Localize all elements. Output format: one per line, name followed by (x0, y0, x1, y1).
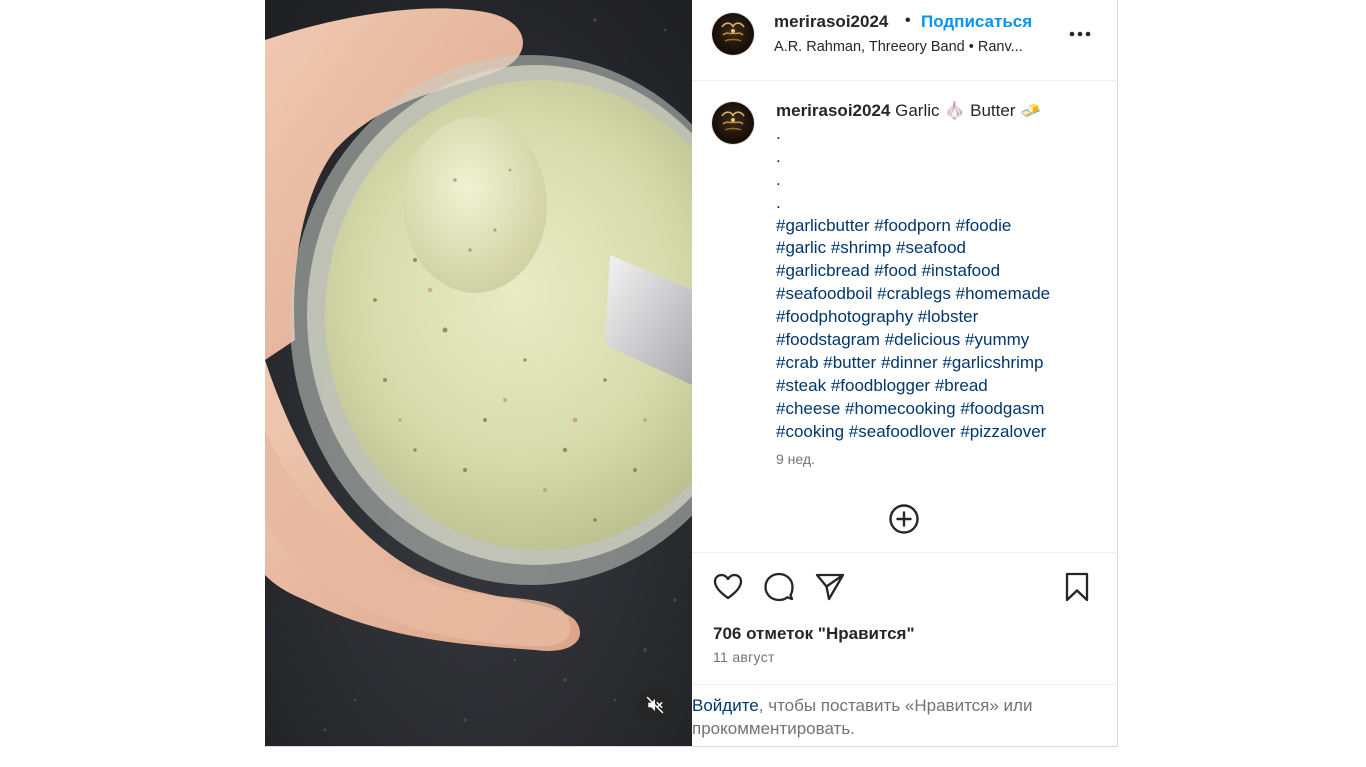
hashtag-line: #steak #foodblogger #bread (776, 375, 1101, 398)
hashtag-line: #foodstagram #delicious #yummy (776, 329, 1101, 352)
caption-avatar[interactable] (712, 102, 754, 144)
heart-icon[interactable] (712, 571, 744, 603)
post-date[interactable]: 11 август (713, 649, 775, 665)
hashtag-link[interactable]: #homecooking (845, 399, 956, 418)
post-side-panel: merirasoi2024 • Подписаться A.R. Rahman,… (692, 0, 1117, 746)
hashtag-link[interactable]: #bread (935, 376, 988, 395)
profile-logo-icon (721, 111, 745, 131)
profile-logo-icon (721, 22, 745, 42)
caption-dot: . (776, 169, 781, 189)
hashtag-link[interactable]: #lobster (918, 307, 978, 326)
hashtag-line: #seafoodboil #crablegs #homemade (776, 283, 1101, 306)
hashtag-line: #garlic #shrimp #seafood (776, 237, 1101, 260)
hashtag-link[interactable]: #pizzalover (960, 422, 1046, 441)
more-options-icon[interactable] (1067, 22, 1093, 46)
caption-title: Garlic 🧄 Butter 🧈 (895, 101, 1042, 120)
hashtag-link[interactable]: #foodie (956, 216, 1012, 235)
hashtag-link[interactable]: #steak (776, 376, 826, 395)
hashtag-link[interactable]: #foodstagram (776, 330, 880, 349)
hashtag-line: #crab #butter #dinner #garlicshrimp (776, 352, 1101, 375)
hashtag-link[interactable]: #dinner (881, 353, 938, 372)
caption-dot: . (776, 192, 781, 212)
bookmark-icon[interactable] (1061, 571, 1093, 603)
page: merirasoi2024 • Подписаться A.R. Rahman,… (0, 0, 1366, 767)
post-header: merirasoi2024 • Подписаться A.R. Rahman,… (692, 0, 1117, 81)
hashtag-link[interactable]: #foodphotography (776, 307, 913, 326)
hashtag-link[interactable]: #delicious (885, 330, 961, 349)
action-bar: 706 отметок "Нравится" 11 август (692, 552, 1117, 687)
hashtag-link[interactable]: #yummy (965, 330, 1029, 349)
hashtag-line: #foodphotography #lobster (776, 306, 1101, 329)
hashtag-link[interactable]: #crab (776, 353, 819, 372)
hashtag-link[interactable]: #seafoodboil (776, 284, 872, 303)
caption-text: merirasoi2024 Garlic 🧄 Butter 🧈 .... #ga… (776, 100, 1101, 444)
hashtag-line: #garlicbutter #foodporn #foodie (776, 215, 1101, 238)
audio-attribution[interactable]: A.R. Rahman, Threeory Band • Ranv... (774, 39, 1054, 55)
hashtag-link[interactable]: #instafood (922, 261, 1000, 280)
hashtag-link[interactable]: #food (874, 261, 917, 280)
hashtag-link[interactable]: #garlic (776, 238, 826, 257)
hashtag-link[interactable]: #shrimp (831, 238, 891, 257)
caption-section: merirasoi2024 Garlic 🧄 Butter 🧈 .... #ga… (692, 81, 1117, 551)
likes-count[interactable]: 706 отметок "Нравится" (713, 624, 915, 644)
post-card: merirasoi2024 • Подписаться A.R. Rahman,… (265, 0, 1118, 747)
avatar[interactable] (712, 13, 754, 55)
send-paper-plane-icon[interactable] (814, 571, 846, 603)
hashtag-link[interactable]: #foodblogger (831, 376, 930, 395)
follow-button[interactable]: Подписаться (921, 12, 1032, 32)
hashtag-link[interactable]: #seafoodlover (849, 422, 956, 441)
speaker-muted-icon (646, 696, 664, 714)
caption-username[interactable]: merirasoi2024 (776, 101, 890, 120)
caption-dots: .... (776, 123, 1101, 215)
post-author-username[interactable]: merirasoi2024 (774, 12, 888, 32)
hashtag-link[interactable]: #cheese (776, 399, 840, 418)
hashtag-list: #garlicbutter #foodporn #foodie #garlic #… (776, 215, 1101, 444)
caption-dot: . (776, 123, 781, 143)
hashtag-link[interactable]: #garlicbread (776, 261, 870, 280)
caption-dot: . (776, 146, 781, 166)
hashtag-link[interactable]: #crablegs (877, 284, 951, 303)
login-prompt: Войдите, чтобы поставить «Нравится» или … (692, 684, 1117, 747)
hashtag-link[interactable]: #butter (823, 353, 876, 372)
video-frame-image (265, 0, 692, 746)
hashtag-link[interactable]: #homemade (956, 284, 1051, 303)
hashtag-line: #cooking #seafoodlover #pizzalover (776, 421, 1101, 444)
login-link[interactable]: Войдите (692, 696, 759, 715)
hashtag-line: #cheese #homecooking #foodgasm (776, 398, 1101, 421)
post-video[interactable] (265, 0, 692, 746)
hashtag-link[interactable]: #foodporn (874, 216, 951, 235)
hashtag-link[interactable]: #foodgasm (960, 399, 1044, 418)
hashtag-line: #garlicbread #food #instafood (776, 260, 1101, 283)
hashtag-link[interactable]: #seafood (896, 238, 966, 257)
header-separator: • (905, 12, 911, 29)
login-prompt-text: Войдите, чтобы поставить «Нравится» или … (692, 694, 1102, 740)
hashtag-link[interactable]: #cooking (776, 422, 844, 441)
hashtag-link[interactable]: #garlicshrimp (942, 353, 1043, 372)
mute-toggle-button[interactable] (638, 688, 672, 722)
post-time-ago[interactable]: 9 нед. (776, 451, 815, 467)
comment-bubble-icon[interactable] (763, 571, 795, 603)
plus-circle-icon[interactable] (888, 503, 920, 535)
hashtag-link[interactable]: #garlicbutter (776, 216, 870, 235)
